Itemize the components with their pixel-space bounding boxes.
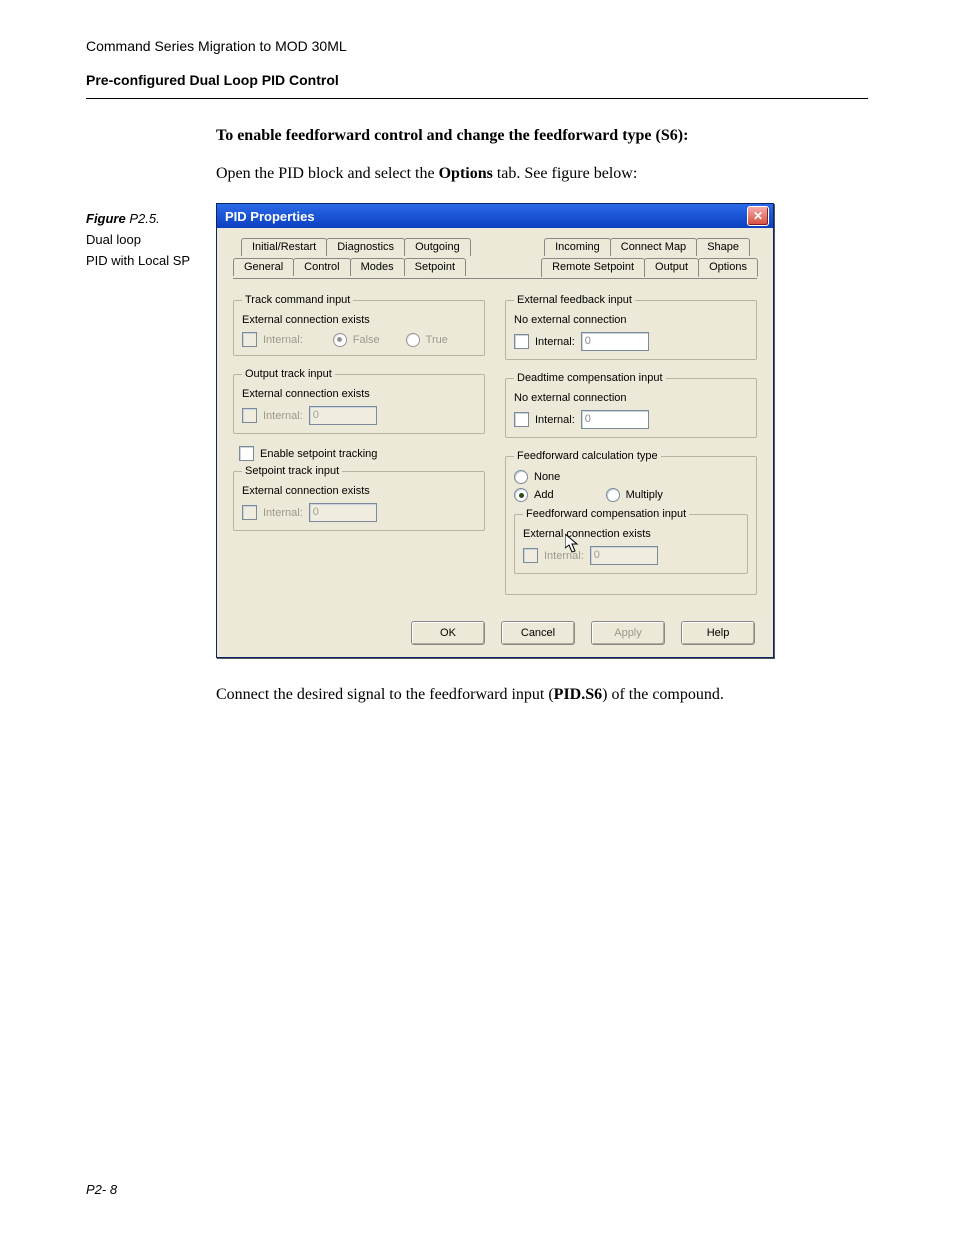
- input-sptrack-value: 0: [309, 503, 377, 522]
- figure-label: Figure: [86, 211, 129, 226]
- checkbox-sptrack-internal: [242, 505, 257, 520]
- tab-initial-restart[interactable]: Initial/Restart: [241, 238, 327, 256]
- group-ff-compensation: Feedforward compensation input External …: [514, 508, 748, 574]
- group-external-feedback: External feedback input No external conn…: [505, 294, 757, 360]
- label-ff-add: Add: [534, 489, 554, 501]
- figure-caption: Figure P2.5. Dual loop PID with Local SP: [86, 203, 216, 271]
- checkbox-ffcomp-internal[interactable]: [523, 548, 538, 563]
- tab-incoming[interactable]: Incoming: [544, 238, 611, 256]
- note-output-track: External connection exists: [242, 388, 476, 400]
- tab-control[interactable]: Control: [293, 258, 350, 276]
- after-b: ) of the compound.: [602, 686, 724, 703]
- checkbox-extfb-internal[interactable]: [514, 334, 529, 349]
- tab-options[interactable]: Options: [698, 258, 758, 277]
- cancel-button[interactable]: Cancel: [501, 621, 575, 645]
- input-deadtime-value[interactable]: 0: [581, 410, 649, 429]
- instruction-heading: To enable feedforward control and change…: [216, 127, 868, 145]
- label-ff-multiply: Multiply: [626, 489, 663, 501]
- instr-a: Open the PID block and select the: [216, 165, 439, 182]
- note-deadtime: No external connection: [514, 392, 748, 404]
- apply-button[interactable]: Apply: [591, 621, 665, 645]
- tab-diagnostics[interactable]: Diagnostics: [326, 238, 405, 256]
- tab-strip: Initial/Restart Diagnostics Outgoing Inc…: [227, 238, 763, 284]
- group-setpoint-track: Setpoint track input External connection…: [233, 465, 485, 531]
- checkbox-deadtime-internal[interactable]: [514, 412, 529, 427]
- input-outtrack-value[interactable]: 0: [309, 406, 377, 425]
- section-title: Pre-configured Dual Loop PID Control: [86, 72, 868, 88]
- label-track-internal: Internal:: [263, 334, 303, 346]
- tab-output[interactable]: Output: [644, 258, 699, 277]
- instr-bold: Options: [439, 165, 493, 182]
- note-setpoint-track: External connection exists: [242, 485, 476, 497]
- legend-setpoint-track: Setpoint track input: [242, 465, 342, 477]
- note-track-command: External connection exists: [242, 314, 476, 326]
- pid-properties-dialog: PID Properties ✕ Initial/Restart Diagnos…: [216, 203, 774, 658]
- after-bold: PID.S6: [554, 686, 602, 703]
- figure-number: P2.5.: [129, 211, 159, 226]
- titlebar[interactable]: PID Properties ✕: [217, 204, 773, 228]
- ok-button[interactable]: OK: [411, 621, 485, 645]
- instruction-body: Open the PID block and select the Option…: [216, 165, 868, 183]
- radio-track-true[interactable]: [406, 333, 420, 347]
- radio-ff-multiply[interactable]: [606, 488, 620, 502]
- after-text: Connect the desired signal to the feedfo…: [216, 686, 868, 704]
- checkbox-track-internal[interactable]: [242, 332, 257, 347]
- label-extfb-internal: Internal:: [535, 336, 575, 348]
- label-enable-sp-tracking: Enable setpoint tracking: [260, 448, 377, 460]
- legend-output-track: Output track input: [242, 368, 335, 380]
- input-extfb-value[interactable]: 0: [581, 332, 649, 351]
- legend-track-command: Track command input: [242, 294, 353, 306]
- group-ff-calc-type: Feedforward calculation type None Add: [505, 450, 757, 595]
- tab-setpoint[interactable]: Setpoint: [404, 258, 466, 276]
- tab-modes[interactable]: Modes: [350, 258, 405, 276]
- tab-shape[interactable]: Shape: [696, 238, 750, 256]
- close-icon[interactable]: ✕: [747, 206, 769, 226]
- tab-connect-map[interactable]: Connect Map: [610, 238, 697, 256]
- tab-outgoing[interactable]: Outgoing: [404, 238, 471, 256]
- legend-ff-compensation: Feedforward compensation input: [523, 508, 689, 520]
- label-track-false: False: [353, 334, 380, 346]
- tab-general[interactable]: General: [233, 258, 294, 276]
- label-ff-none: None: [534, 471, 560, 483]
- header-rule: [86, 98, 868, 99]
- tab-baseline: [233, 278, 757, 279]
- input-ffcomp-value[interactable]: 0: [590, 546, 658, 565]
- checkbox-enable-sp-tracking[interactable]: [239, 446, 254, 461]
- radio-ff-none[interactable]: [514, 470, 528, 484]
- label-track-true: True: [426, 334, 448, 346]
- label-ffcomp-internal: Internal:: [544, 550, 584, 562]
- note-external-feedback: No external connection: [514, 314, 748, 326]
- label-outtrack-internal: Internal:: [263, 410, 303, 422]
- checkbox-outtrack-internal[interactable]: [242, 408, 257, 423]
- help-button[interactable]: Help: [681, 621, 755, 645]
- instr-b: tab. See figure below:: [493, 165, 637, 182]
- note-ff-compensation: External connection exists: [523, 528, 739, 540]
- dialog-title: PID Properties: [225, 209, 315, 224]
- running-head: Command Series Migration to MOD 30ML: [86, 38, 868, 54]
- legend-external-feedback: External feedback input: [514, 294, 635, 306]
- group-output-track: Output track input External connection e…: [233, 368, 485, 434]
- caption-line-1: Dual loop: [86, 230, 216, 251]
- label-sptrack-internal: Internal:: [263, 507, 303, 519]
- group-deadtime: Deadtime compensation input No external …: [505, 372, 757, 438]
- legend-deadtime: Deadtime compensation input: [514, 372, 666, 384]
- radio-track-false[interactable]: [333, 333, 347, 347]
- after-a: Connect the desired signal to the feedfo…: [216, 686, 554, 703]
- tab-remote-setpoint[interactable]: Remote Setpoint: [541, 258, 645, 277]
- caption-line-2: PID with Local SP: [86, 251, 216, 272]
- page-number: P2- 8: [86, 1182, 117, 1197]
- group-track-command: Track command input External connection …: [233, 294, 485, 356]
- legend-ff-calc-type: Feedforward calculation type: [514, 450, 661, 462]
- radio-ff-add[interactable]: [514, 488, 528, 502]
- label-deadtime-internal: Internal:: [535, 414, 575, 426]
